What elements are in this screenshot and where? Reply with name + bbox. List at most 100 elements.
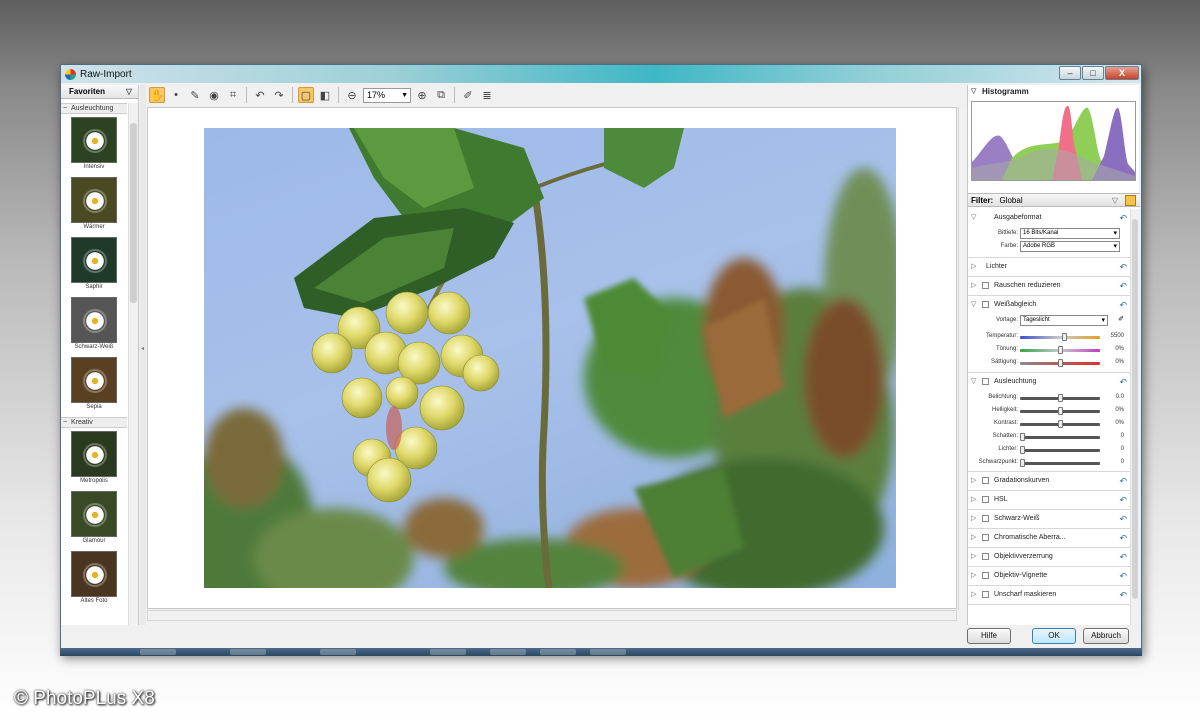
favorites-scrollbar[interactable] <box>128 103 138 625</box>
preset-schwarz-weiss[interactable]: Schwarz-Weiß <box>61 297 127 357</box>
zoom-out-button[interactable]: ⊖ <box>344 87 360 103</box>
filter-icon[interactable]: ▽ <box>126 85 132 99</box>
canvas-horizontal-scrollbar[interactable] <box>147 610 957 621</box>
minimize-button[interactable]: – <box>1059 66 1081 80</box>
preset-saphir[interactable]: Saphir <box>61 237 127 297</box>
fit-to-window-button[interactable]: ⧉ <box>433 87 449 103</box>
filter-value[interactable]: Global <box>999 196 1022 205</box>
taskbar-item[interactable] <box>590 649 626 655</box>
enable-checkbox[interactable] <box>982 378 989 385</box>
ok-button[interactable]: OK <box>1032 628 1076 644</box>
split-view-button[interactable]: ◧ <box>317 87 333 103</box>
edit-button[interactable]: ✐ <box>460 87 476 103</box>
taskbar-item[interactable] <box>430 649 466 655</box>
taskbar-item[interactable] <box>490 649 526 655</box>
vorlage-select[interactable]: Tageslicht <box>1020 315 1108 326</box>
group-header[interactable]: ▽ Ausleuchtung ↶ <box>968 373 1130 391</box>
reset-icon[interactable]: ↶ <box>1119 586 1127 604</box>
taskbar-item[interactable] <box>320 649 356 655</box>
group-header[interactable]: ▷ Rauschen reduzieren ↶ <box>968 277 1130 295</box>
taskbar-item[interactable] <box>540 649 576 655</box>
title-bar[interactable]: Raw-Import – □ X <box>61 65 1141 83</box>
collapse-icon[interactable]: ▷ <box>971 567 976 585</box>
slider-handle[interactable] <box>1058 420 1063 428</box>
slider-track[interactable] <box>1020 462 1100 465</box>
collapse-icon[interactable]: ◂ <box>141 345 144 352</box>
taskbar-item[interactable] <box>230 649 266 655</box>
category-ausleuchtung[interactable]: Ausleuchtung <box>61 103 127 114</box>
close-button[interactable]: X <box>1105 66 1139 80</box>
histogram-header[interactable]: Histogramm <box>968 85 1139 99</box>
collapse-icon[interactable]: ▷ <box>971 529 976 547</box>
collapse-icon[interactable]: ▷ <box>971 548 976 566</box>
single-view-button[interactable]: ▢ <box>298 87 314 103</box>
slider-handle[interactable] <box>1061 333 1067 341</box>
slider-track[interactable] <box>1020 449 1100 452</box>
rotate-right-button[interactable]: ↷ <box>271 87 287 103</box>
group-header[interactable]: ▷ Lichter ↶ <box>968 258 1130 276</box>
preset-intensiv[interactable]: Intensiv <box>61 117 127 177</box>
retouch-tool-button[interactable]: ◉ <box>206 87 222 103</box>
reset-icon[interactable]: ↶ <box>1119 277 1127 295</box>
enable-checkbox[interactable] <box>982 515 989 522</box>
filter-icon[interactable]: ▽ <box>1112 194 1118 207</box>
save-icon[interactable] <box>1125 195 1136 206</box>
slider-handle[interactable] <box>1020 433 1025 441</box>
collapse-icon[interactable]: ▷ <box>971 277 976 295</box>
group-header[interactable]: ▷ Schwarz-Weiß ↶ <box>968 510 1130 528</box>
collapse-icon[interactable]: ▷ <box>971 491 976 509</box>
reset-icon[interactable]: ↶ <box>1119 567 1127 585</box>
favorites-tab[interactable]: Favoriten ▽ <box>61 85 138 99</box>
group-header[interactable]: ▽ Ausgabeformat ↶ <box>968 209 1130 227</box>
bittiefe-select[interactable]: 16 Bits/Kanal <box>1020 228 1120 239</box>
enable-checkbox[interactable] <box>982 534 989 541</box>
taskbar-item[interactable] <box>140 649 176 655</box>
farbe-select[interactable]: Adobe RGB <box>1020 241 1120 252</box>
preset-altes-foto[interactable]: Altes Foto <box>61 551 127 611</box>
enable-checkbox[interactable] <box>982 301 989 308</box>
cancel-button[interactable]: Abbruch <box>1083 628 1129 644</box>
reset-icon[interactable]: ↶ <box>1119 472 1127 490</box>
hand-tool-button[interactable]: ✋ <box>149 87 165 103</box>
group-header[interactable]: ▷ Objektiv-Vignette ↶ <box>968 567 1130 585</box>
slider-handle[interactable] <box>1058 346 1063 354</box>
reset-icon[interactable]: ↶ <box>1119 510 1127 528</box>
enable-checkbox[interactable] <box>982 591 989 598</box>
preset-sepia[interactable]: Sepia <box>61 357 127 417</box>
preset-metropolis[interactable]: Metropolis <box>61 431 127 491</box>
info-button[interactable]: ≣ <box>479 87 495 103</box>
slider-track[interactable] <box>1020 436 1100 439</box>
group-header[interactable]: ▷ Chromatische Aberra... ↶ <box>968 529 1130 547</box>
enable-checkbox[interactable] <box>982 572 989 579</box>
slider-handle[interactable] <box>1020 446 1025 454</box>
zoom-in-button[interactable]: ⊕ <box>414 87 430 103</box>
group-header[interactable]: ▽ Weißabgleich ↶ <box>968 296 1130 314</box>
reset-icon[interactable]: ↶ <box>1119 209 1127 227</box>
brush-tool-button[interactable]: ✎ <box>187 87 203 103</box>
slider-track[interactable] <box>1020 336 1100 339</box>
reset-icon[interactable]: ↶ <box>1119 491 1127 509</box>
preset-glamour[interactable]: Glamour <box>61 491 127 551</box>
dropper-tool-button[interactable]: • <box>168 87 184 103</box>
slider-handle[interactable] <box>1020 459 1025 467</box>
panel-splitter[interactable]: ◂ <box>140 85 146 625</box>
reset-icon[interactable]: ↶ <box>1119 548 1127 566</box>
collapse-icon[interactable]: ▷ <box>971 586 976 604</box>
slider-handle[interactable] <box>1058 359 1063 367</box>
reset-icon[interactable]: ↶ <box>1119 373 1127 391</box>
enable-checkbox[interactable] <box>982 282 989 289</box>
expand-icon[interactable]: ▽ <box>971 373 976 391</box>
expand-icon[interactable]: ▽ <box>971 296 976 314</box>
group-header[interactable]: ▷ HSL ↶ <box>968 491 1130 509</box>
collapse-icon[interactable]: ▷ <box>971 472 976 490</box>
reset-icon[interactable]: ↶ <box>1119 296 1127 314</box>
rotate-left-button[interactable]: ↶ <box>252 87 268 103</box>
slider-handle[interactable] <box>1058 407 1063 415</box>
maximize-button[interactable]: □ <box>1082 66 1104 80</box>
collapse-icon[interactable]: ▷ <box>971 258 976 276</box>
reset-icon[interactable]: ↶ <box>1119 529 1127 547</box>
expand-icon[interactable]: ▽ <box>971 209 976 227</box>
enable-checkbox[interactable] <box>982 553 989 560</box>
crop-tool-button[interactable]: ⌗ <box>225 87 241 103</box>
adjustments-scrollbar[interactable] <box>1130 209 1139 625</box>
